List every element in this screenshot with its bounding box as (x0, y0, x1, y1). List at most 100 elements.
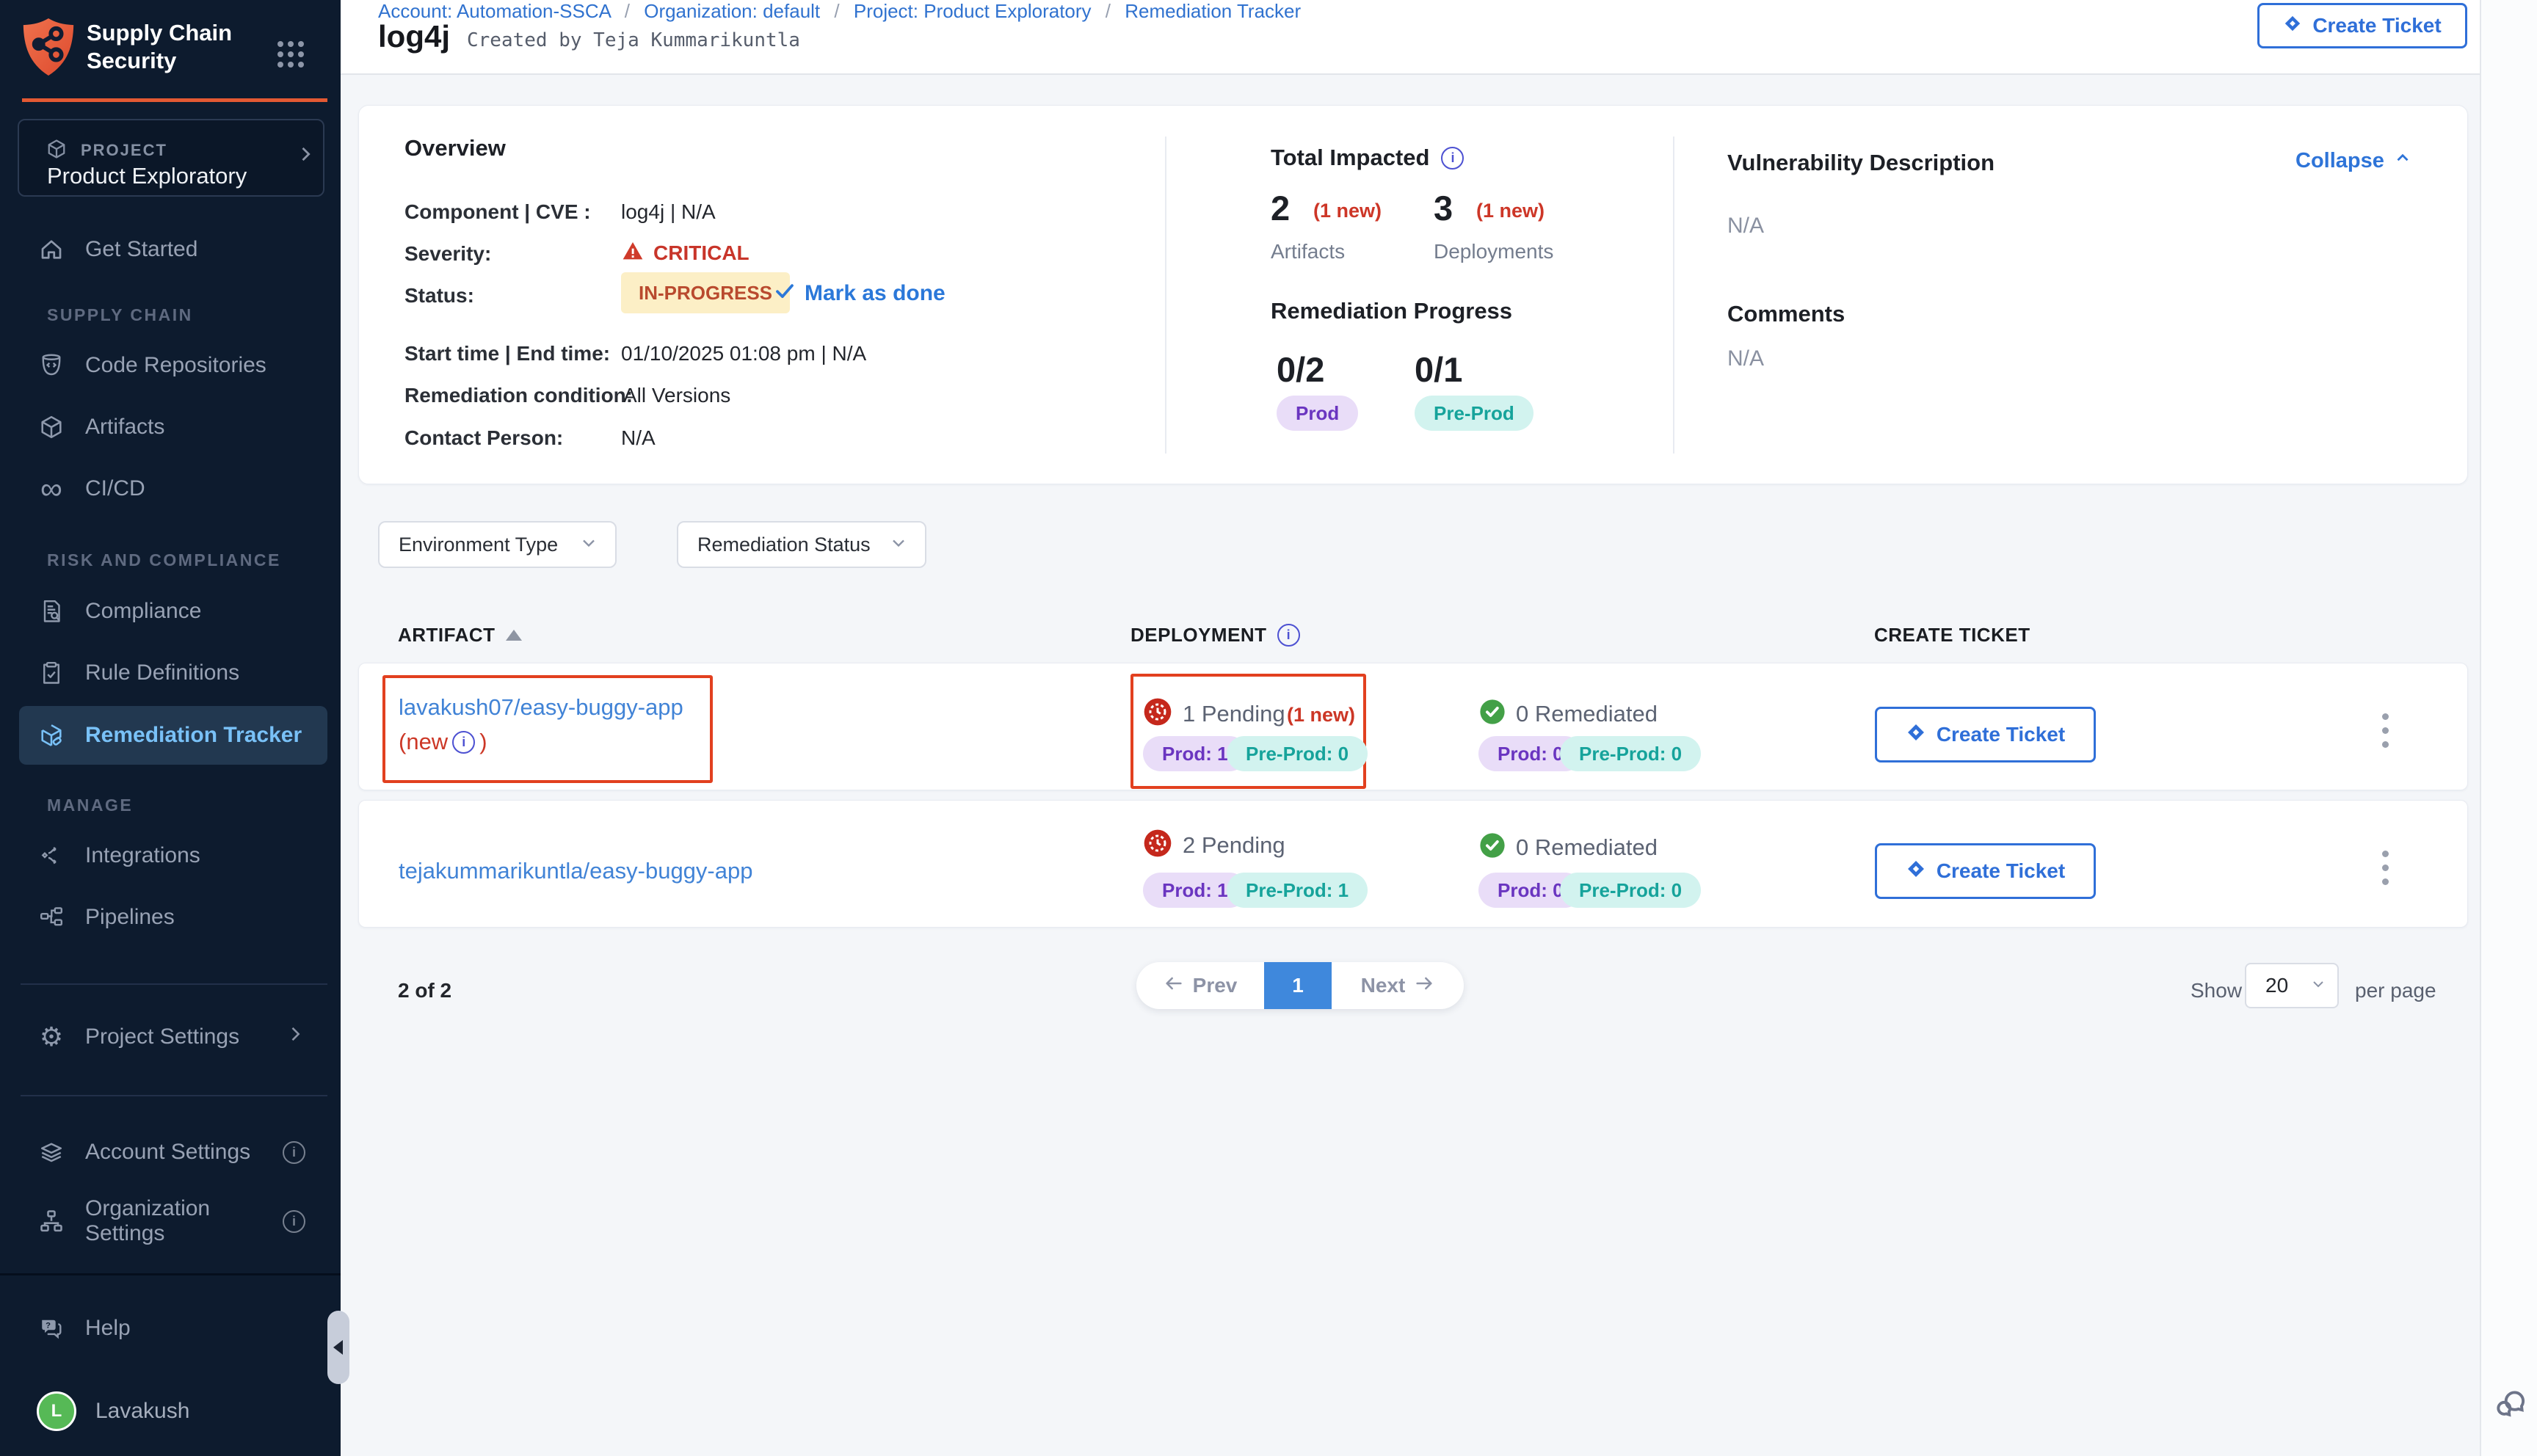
row-menu-kebab-icon[interactable] (2382, 706, 2389, 755)
prev-page-button[interactable]: Prev (1136, 962, 1264, 1009)
info-icon[interactable]: i (283, 1141, 305, 1164)
breadcrumb: Account: Automation-SSCA / Organization:… (378, 0, 1301, 23)
sidebar-section-supply-chain: SUPPLY CHAIN (47, 305, 193, 325)
artifact-link[interactable]: lavakush07/easy-buggy-app (399, 694, 683, 721)
arrow-right-icon (1414, 973, 1434, 999)
column-header-create-ticket: CREATE TICKET (1874, 624, 2030, 647)
sidebar-item-rule-definitions[interactable]: Rule Definitions (37, 658, 239, 688)
remediated-preprod-pill: Pre-Prod: 0 (1560, 736, 1701, 771)
sidebar-item-code-repositories[interactable]: Code Repositories (37, 351, 266, 380)
remediation-box-icon (37, 721, 66, 750)
create-ticket-button-top[interactable]: Create Ticket (2257, 3, 2467, 48)
preprod-pill: Pre-Prod (1415, 396, 1534, 431)
breadcrumb-separator: / (825, 0, 848, 22)
sidebar-item-integrations[interactable]: Integrations (37, 841, 200, 870)
chevron-right-icon (295, 144, 316, 168)
component-value: log4j | N/A (621, 200, 716, 224)
home-icon (37, 235, 66, 264)
gear-icon: ⚙ (37, 1022, 66, 1052)
sidebar-item-help[interactable]: ? Help (37, 1314, 131, 1343)
info-icon[interactable]: i (452, 731, 475, 754)
remediation-status-filter[interactable]: Remediation Status (677, 521, 926, 568)
artifacts-label: Artifacts (1271, 240, 1345, 263)
layers-icon (37, 1138, 66, 1167)
per-page-label: per page (2355, 979, 2436, 1002)
info-icon[interactable]: i (1441, 147, 1464, 170)
next-page-button[interactable]: Next (1332, 962, 1464, 1009)
code-repository-icon (37, 351, 66, 380)
sidebar-collapse-handle[interactable] (327, 1311, 349, 1384)
project-name: Product Exploratory (47, 163, 247, 189)
annotation-box-deployment (1130, 674, 1366, 789)
time-value: 01/10/2025 01:08 pm | N/A (621, 342, 866, 365)
sidebar: Supply Chain Security PROJECT Product Ex… (0, 0, 341, 1456)
collapse-arrow-left-icon (333, 1340, 343, 1355)
infinity-icon: ∞ (37, 474, 66, 503)
sidebar-footer-divider (0, 1273, 341, 1275)
info-icon[interactable]: i (1277, 624, 1300, 647)
user-name: Lavakush (95, 1399, 189, 1424)
remediation-progress-title: Remediation Progress (1271, 298, 1512, 324)
breadcrumb-separator: / (616, 0, 639, 22)
table-row: lavakush07/easy-buggy-app (new i ) 1 Pen… (358, 663, 2468, 790)
condition-value: All Versions (623, 384, 730, 407)
breadcrumb-current[interactable]: Remediation Tracker (1125, 0, 1301, 22)
row-menu-kebab-icon[interactable] (2382, 843, 2389, 892)
sidebar-item-get-started[interactable]: Get Started (37, 235, 197, 264)
sidebar-item-project-settings[interactable]: ⚙ Project Settings (37, 1022, 305, 1052)
remediated-count: 0 Remediated (1516, 834, 1658, 861)
page-size-select[interactable]: 20 (2245, 963, 2339, 1008)
sidebar-item-artifacts[interactable]: Artifacts (37, 412, 164, 442)
sidebar-item-account-settings[interactable]: Account Settings i (37, 1138, 305, 1167)
deployment-preprod-pill: Pre-Prod: 1 (1227, 873, 1368, 908)
chevron-down-icon (2309, 975, 2327, 997)
vuln-description-value: N/A (1727, 214, 1764, 239)
sidebar-divider (21, 1095, 327, 1096)
info-icon[interactable]: i (283, 1210, 305, 1233)
breadcrumb-organization[interactable]: Organization: default (644, 0, 820, 22)
pending-new-badge: (1 new) (1287, 704, 1355, 727)
comments-title: Comments (1727, 301, 1845, 327)
collapse-button[interactable]: Collapse (2295, 148, 2412, 173)
sidebar-item-compliance[interactable]: Compliance (37, 597, 201, 626)
card-divider (1165, 136, 1166, 454)
environment-type-filter[interactable]: Environment Type (378, 521, 617, 568)
create-ticket-button-row[interactable]: Create Ticket (1875, 843, 2096, 899)
table-row: tejakummarikuntla/easy-buggy-app 2 Pendi… (358, 800, 2468, 928)
diamond-icon (1906, 859, 1926, 884)
app-switcher-grid-icon[interactable] (277, 41, 304, 68)
clipboard-check-icon (37, 658, 66, 688)
integrations-share-icon (37, 841, 66, 870)
remediated-count: 0 Remediated (1516, 701, 1658, 727)
create-ticket-button-row[interactable]: Create Ticket (1875, 707, 2096, 762)
artifact-box-icon (37, 412, 66, 442)
show-label: Show (2191, 979, 2242, 1002)
preprod-progress-value: 0/1 (1415, 349, 1462, 390)
arrow-left-icon (1164, 973, 1184, 999)
sidebar-item-remediation-tracker[interactable]: Remediation Tracker (37, 721, 302, 750)
status-badge: IN-PROGRESS (621, 272, 790, 313)
sidebar-item-cicd[interactable]: ∞ CI/CD (37, 474, 145, 503)
chat-support-launcher-icon[interactable] (2491, 1383, 2530, 1424)
user-menu[interactable]: L Lavakush (37, 1391, 189, 1431)
breadcrumb-project[interactable]: Project: Product Exploratory (854, 0, 1092, 22)
overview-card: Overview Component | CVE : log4j | N/A S… (358, 105, 2468, 484)
contact-value: N/A (621, 426, 656, 450)
brand-divider (22, 98, 327, 102)
page-title: log4j (378, 19, 450, 54)
status-label: Status: (404, 284, 474, 307)
svg-text:?: ? (46, 1322, 51, 1331)
mark-as-done-button[interactable]: Mark as done (774, 280, 946, 307)
deployments-label: Deployments (1434, 240, 1553, 263)
severity-value: CRITICAL (621, 239, 750, 266)
artifact-link[interactable]: tejakummarikuntla/easy-buggy-app (399, 858, 752, 884)
severity-label: Severity: (404, 242, 491, 266)
right-rail (2480, 0, 2537, 1456)
page-number-button[interactable]: 1 (1264, 962, 1332, 1009)
chevron-right-icon (285, 1024, 305, 1050)
project-selector[interactable]: PROJECT Product Exploratory (18, 119, 324, 197)
sidebar-item-pipelines[interactable]: Pipelines (37, 903, 175, 932)
condition-label: Remediation condition: (404, 384, 633, 407)
column-header-artifact[interactable]: ARTIFACT (398, 624, 522, 647)
sidebar-item-organization-settings[interactable]: Organization Settings i (37, 1196, 305, 1246)
